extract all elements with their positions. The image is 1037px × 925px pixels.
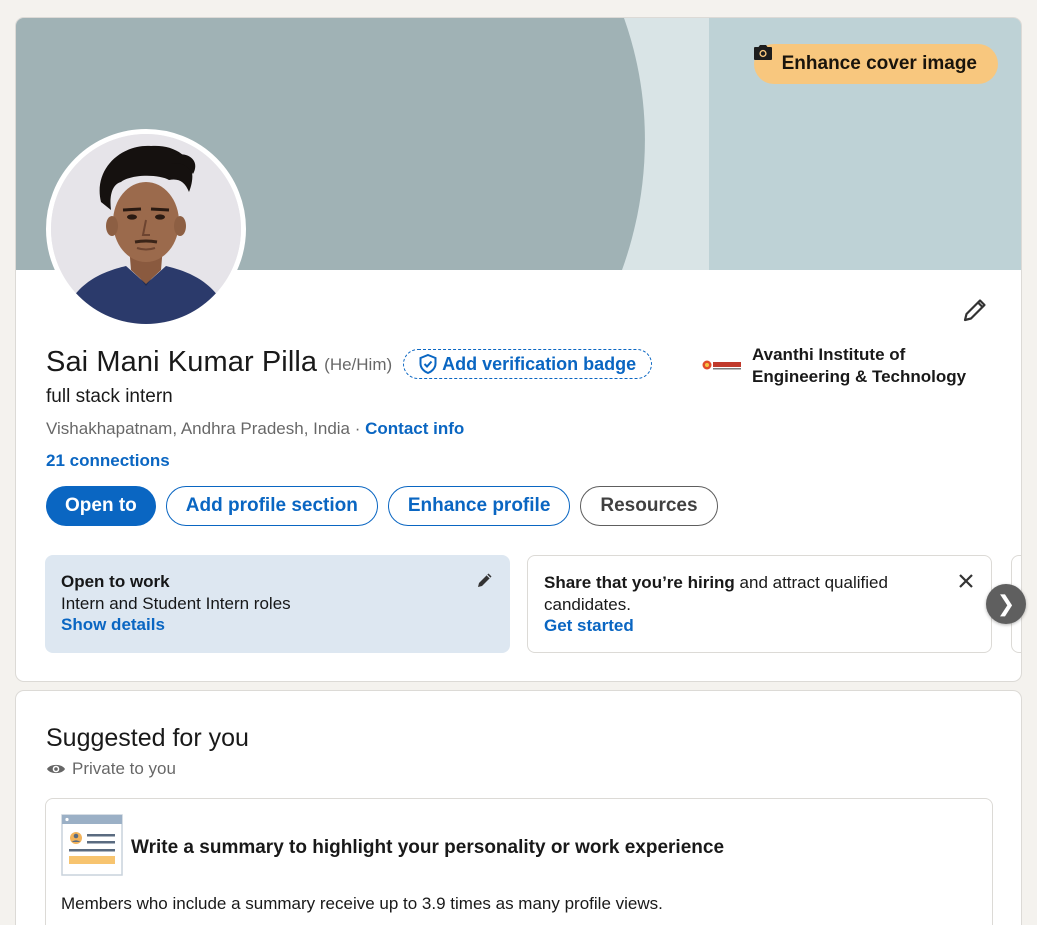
enhance-cover-image-button[interactable]: Enhance cover image	[753, 44, 998, 84]
connections-link[interactable]: 21 connections	[46, 451, 170, 471]
get-started-link[interactable]: Get started	[544, 615, 975, 637]
profile-photo	[51, 134, 241, 324]
open-to-work-tile[interactable]: Open to work Intern and Student Intern r…	[45, 555, 510, 653]
contact-info-link[interactable]: Contact info	[365, 419, 464, 438]
location: Vishakhapatnam, Andhra Pradesh, India	[46, 419, 351, 438]
enhance-profile-button[interactable]: Enhance profile	[387, 486, 571, 526]
hiring-title: Share that you’re hiring	[544, 573, 735, 592]
summary-illustration-icon	[61, 814, 123, 876]
open-to-work-text: Intern and Student Intern roles	[61, 593, 291, 613]
add-verification-badge-button[interactable]: Add verification badge	[403, 349, 653, 379]
chevron-right-icon: ❯	[996, 591, 1016, 616]
verification-label: Add verification badge	[442, 353, 637, 374]
separator: ·	[350, 419, 366, 438]
close-icon[interactable]	[956, 571, 976, 591]
pencil-icon[interactable]	[474, 569, 496, 591]
carousel-next-button[interactable]: ❯	[986, 584, 1026, 624]
school-logo	[701, 356, 743, 374]
private-to-you: Private to you	[46, 759, 176, 779]
suggestion-item[interactable]: Write a summary to highlight your person…	[45, 798, 993, 925]
private-label: Private to you	[72, 759, 176, 778]
suggestion-description: Members who include a summary receive up…	[61, 894, 663, 913]
headline: full stack intern	[46, 386, 173, 407]
profile-actions: Open to Add profile section Enhance prof…	[46, 486, 718, 526]
profile-card: Enhance cover image Sai Mani Kumar Pilla…	[15, 17, 1022, 682]
show-details-link[interactable]: Show details	[61, 614, 494, 636]
name-row: Sai Mani Kumar Pilla (He/Him) Add verifi…	[46, 346, 653, 379]
location-row: Vishakhapatnam, Andhra Pradesh, India · …	[46, 419, 464, 439]
pronouns: (He/Him)	[324, 354, 393, 374]
suggestion-heading: Write a summary to highlight your person…	[131, 837, 725, 858]
resources-button[interactable]: Resources	[580, 486, 718, 526]
hiring-text: Share that you’re hiring and attract qua…	[544, 572, 944, 615]
education-entry[interactable]: Avanthi Institute of Engineering & Techn…	[701, 344, 982, 388]
school-name: Avanthi Institute of Engineering & Techn…	[752, 345, 967, 386]
suggested-title: Suggested for you	[46, 724, 249, 752]
enhance-cover-label: Enhance cover image	[781, 53, 977, 74]
edit-intro-button[interactable]	[959, 294, 991, 326]
avatar[interactable]	[46, 129, 246, 329]
suggested-card: Suggested for you Private to you Write a…	[15, 690, 1022, 925]
profile-name: Sai Mani Kumar Pilla	[46, 346, 318, 378]
pencil-icon	[963, 299, 986, 322]
hiring-tile[interactable]: Share that you’re hiring and attract qua…	[527, 555, 992, 653]
shield-check-icon	[419, 354, 437, 374]
eye-icon	[47, 764, 65, 774]
open-to-work-title: Open to work	[61, 572, 170, 591]
add-profile-section-button[interactable]: Add profile section	[165, 486, 378, 526]
open-to-button[interactable]: Open to	[46, 486, 156, 526]
